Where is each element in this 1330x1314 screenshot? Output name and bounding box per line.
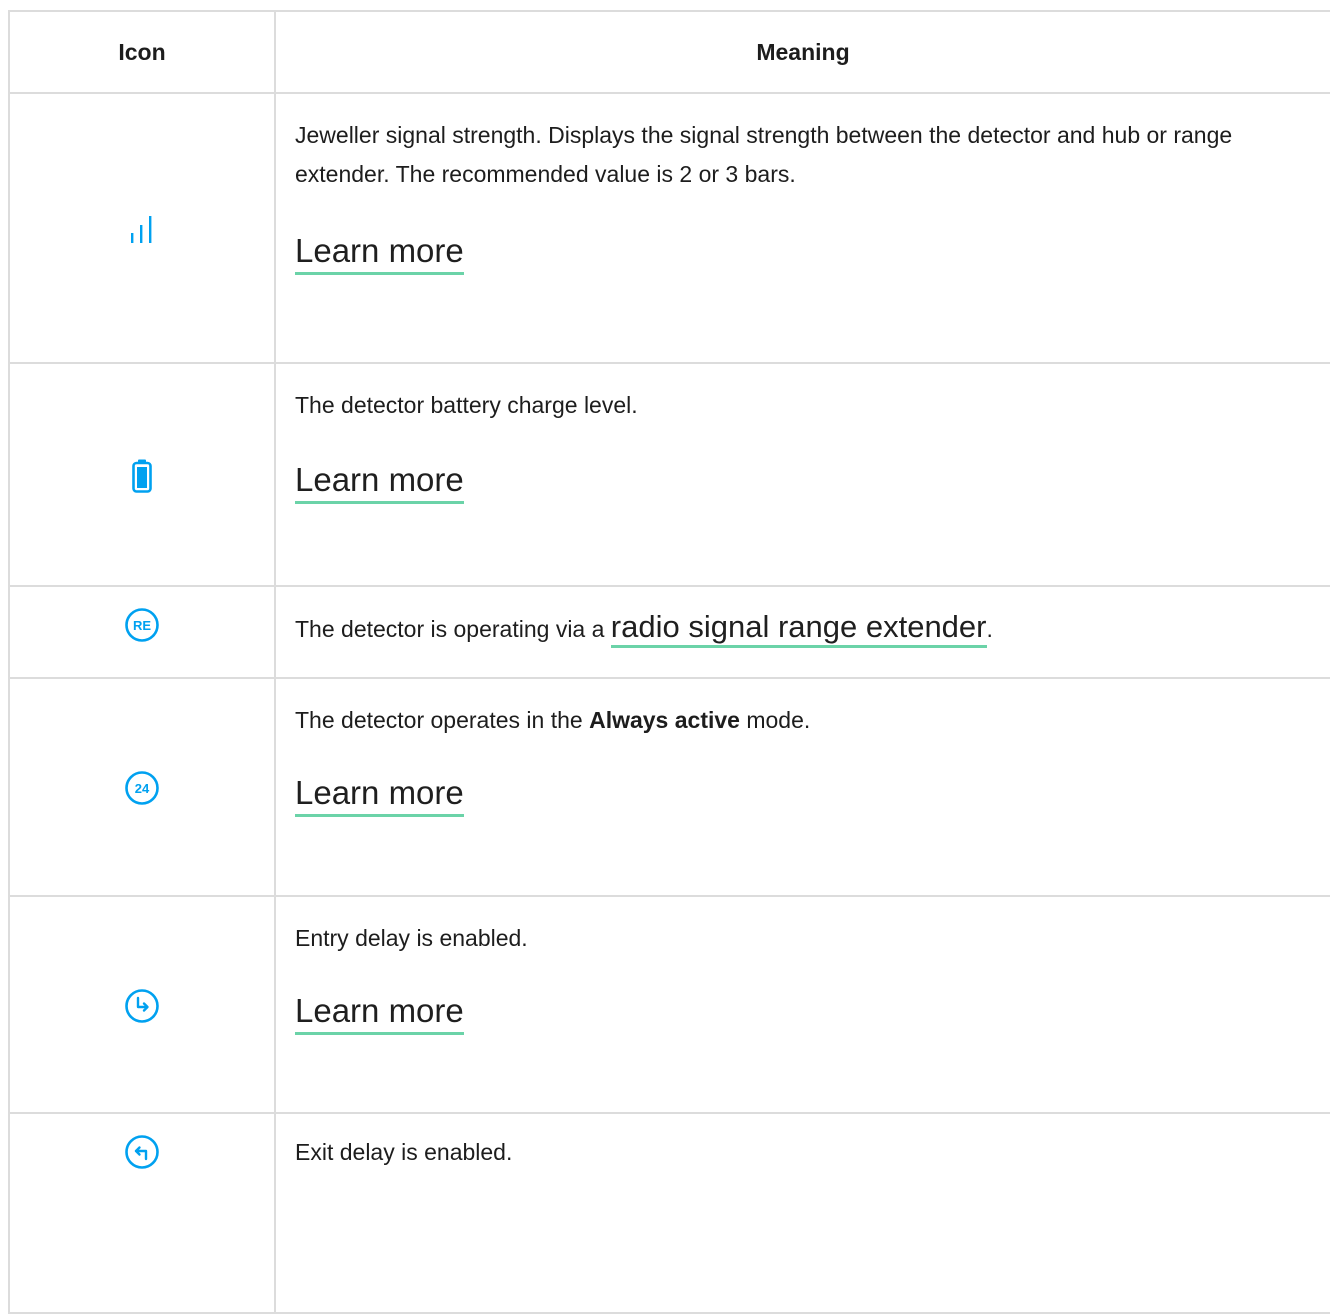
meaning-text: Jeweller signal strength. Displays the s… [295, 122, 1233, 187]
icon-cell [8, 362, 276, 587]
table-row: Entry delay is enabled. Learn more [8, 895, 1330, 1114]
battery-icon [132, 459, 152, 497]
meaning-cell: The detector is operating via a radio si… [274, 585, 1330, 679]
icon-cell: RE [8, 585, 276, 679]
icon-cell [8, 1112, 276, 1314]
meaning-text: Entry delay is enabled. [295, 925, 528, 951]
meaning-text-start: The detector operates in the [295, 707, 590, 733]
table-row: Exit delay is enabled. [8, 1112, 1330, 1314]
always-active-icon-label: 24 [135, 781, 150, 796]
exit-delay-icon [124, 1135, 160, 1174]
meaning-text: The detector operates in the Always acti… [295, 679, 1310, 740]
range-extender-icon: RE [124, 607, 160, 647]
always-active-mode-label: Always active [589, 707, 740, 733]
table-row: Jeweller signal strength. Displays the s… [8, 92, 1330, 364]
table-row: 24 The detector operates in the Always a… [8, 677, 1330, 897]
entry-delay-icon [124, 988, 160, 1028]
header-meaning: Meaning [274, 10, 1330, 94]
meaning-cell: The detector battery charge level. Learn… [274, 362, 1330, 587]
learn-more-link[interactable]: Learn more [295, 460, 464, 504]
range-extender-icon-label: RE [133, 618, 151, 633]
icon-meaning-table: Icon Meaning Jeweller signal strength. D… [8, 10, 1330, 1314]
always-active-24-icon: 24 [124, 771, 160, 810]
icon-cell [8, 92, 276, 364]
meaning-text-end: mode. [739, 707, 811, 733]
meaning-text: The detector battery charge level. [295, 392, 638, 418]
meaning-text-end: . [986, 616, 993, 642]
learn-more-link[interactable]: Learn more [295, 991, 464, 1035]
meaning-cell: Exit delay is enabled. [274, 1112, 1330, 1314]
table-header-row: Icon Meaning [8, 10, 1330, 94]
table-row: RE The detector is operating via a radio… [8, 585, 1330, 679]
table-row: The detector battery charge level. Learn… [8, 362, 1330, 587]
range-extender-link[interactable]: radio signal range extender [610, 609, 987, 648]
meaning-cell: Jeweller signal strength. Displays the s… [274, 92, 1330, 364]
meaning-text: Exit delay is enabled. [295, 1139, 513, 1165]
icon-cell: 24 [8, 677, 276, 897]
learn-more-link[interactable]: Learn more [295, 773, 464, 817]
signal-bars-icon [129, 216, 155, 247]
meaning-cell: The detector operates in the Always acti… [274, 677, 1330, 897]
header-icon: Icon [8, 10, 276, 94]
learn-more-link[interactable]: Learn more [295, 231, 464, 275]
meaning-cell: Entry delay is enabled. Learn more [274, 895, 1330, 1114]
icon-cell [8, 895, 276, 1114]
meaning-text: The detector is operating via a [295, 616, 611, 642]
